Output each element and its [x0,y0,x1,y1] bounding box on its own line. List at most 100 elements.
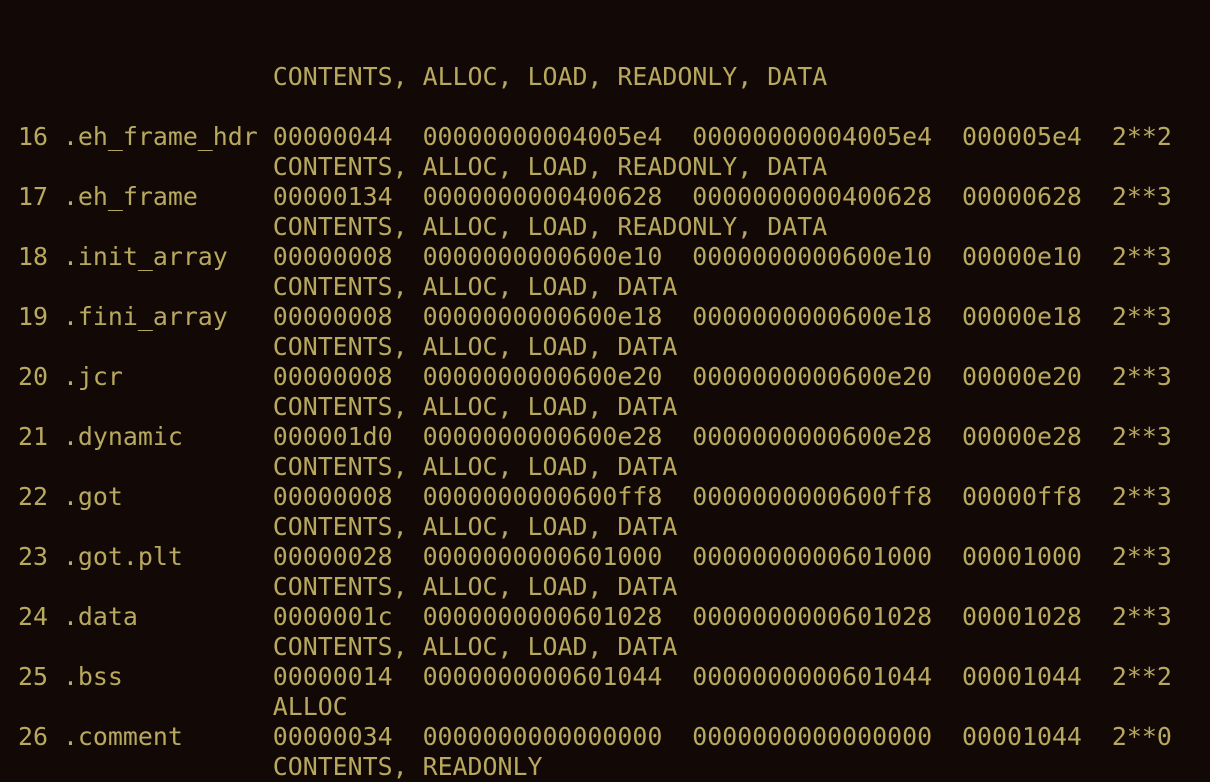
section-lma: 0000000000600e20 [692,362,933,391]
flags-line: CONTENTS, ALLOC, LOAD, DATA [3,272,1172,302]
flags-line: CONTENTS, ALLOC, LOAD, READONLY, DATA [3,212,1172,242]
section-size: 00000008 [272,302,393,331]
section-size: 00000014 [272,662,393,691]
section-alignment: 2**3 [1111,542,1172,571]
section-row: 22 .got 00000008 0000000000600ff8 0000000000… [3,482,1172,512]
section-file-offset: 00001044 [962,662,1082,691]
section-vma: 0000000000000000 [422,722,663,751]
section-flags: CONTENTS, ALLOC, LOAD, DATA [272,452,678,481]
flags-line: CONTENTS, ALLOC, LOAD, READONLY, DATA [3,152,1172,182]
section-index: 20 [17,362,48,391]
section-vma: 0000000000601028 [422,602,663,631]
section-row: 18 .init_array 00000008 0000000000600e10 000… [3,242,1172,272]
section-row: 16 .eh_frame_hdr 00000044 00000000004005e4 0… [3,122,1172,152]
section-vma: 0000000000600e28 [422,422,663,451]
section-alignment: 2**3 [1111,242,1172,271]
flags-line: CONTENTS, ALLOC, LOAD, DATA [3,632,1172,662]
section-name: .bss [62,662,123,691]
section-alignment: 2**3 [1111,362,1172,391]
section-size: 00000044 [272,122,393,151]
section-lma: 0000000000600e18 [692,302,933,331]
section-size: 0000001c [272,602,393,631]
section-vma: 0000000000601000 [422,542,663,571]
flags-line: CONTENTS, ALLOC, LOAD, DATA [3,332,1172,362]
section-index: 23 [17,542,48,571]
section-name: .comment [62,722,183,751]
section-size: 00000008 [272,482,393,511]
section-lma: 0000000000601000 [692,542,933,571]
section-alignment: 2**3 [1111,602,1172,631]
section-index: 25 [17,662,48,691]
section-alignment: 2**3 [1111,182,1172,211]
section-vma: 0000000000601044 [422,662,663,691]
section-file-offset: 00000e28 [962,422,1082,451]
section-size: 00000034 [272,722,393,751]
section-file-offset: 00000e20 [962,362,1082,391]
section-flags: CONTENTS, ALLOC, LOAD, DATA [272,392,678,421]
section-row: 21 .dynamic 000001d0 0000000000600e28 000000… [3,422,1172,452]
flags-line: CONTENTS, ALLOC, LOAD, DATA [3,512,1172,542]
section-size: 00000134 [272,182,393,211]
section-alignment: 2**3 [1111,482,1172,511]
flags-line: ALLOC [3,692,1172,722]
section-flags: CONTENTS, ALLOC, LOAD, DATA [272,512,678,541]
flags-line: CONTENTS, ALLOC, LOAD, DATA [3,452,1172,482]
terminal-output[interactable]: CONTENTS, ALLOC, LOAD, READONLY, DATA 16… [3,2,1172,782]
section-lma: 0000000000601044 [692,662,933,691]
section-name: .eh_frame [62,182,198,211]
section-alignment: 2**2 [1111,122,1172,151]
section-flags: CONTENTS, ALLOC, LOAD, DATA [272,332,678,361]
section-row: 23 .got.plt 00000028 0000000000601000 000000… [3,542,1172,572]
section-index: 17 [17,182,48,211]
section-file-offset: 00001028 [962,602,1082,631]
section-file-offset: 00001000 [962,542,1082,571]
section-index: 18 [17,242,48,271]
section-file-offset: 00000e10 [962,242,1082,271]
section-flags: CONTENTS, ALLOC, LOAD, DATA [272,572,678,601]
section-row: 20 .jcr 00000008 0000000000600e20 0000000000… [3,362,1172,392]
section-row: 25 .bss 00000014 0000000000601044 0000000000… [3,662,1172,692]
section-size: 000001d0 [272,422,393,451]
section-lma: 0000000000400628 [692,182,933,211]
section-name: .data [62,602,138,631]
section-index: 21 [17,422,48,451]
section-index: 19 [17,302,48,331]
section-file-offset: 00000e18 [962,302,1082,331]
section-lma: 0000000000600ff8 [692,482,933,511]
flags-line: CONTENTS, READONLY [3,752,1172,782]
section-index: 26 [17,722,48,751]
section-lma: 0000000000600e10 [692,242,933,271]
section-size: 00000008 [272,362,393,391]
section-vma: 0000000000600ff8 [422,482,663,511]
section-row: 26 .comment 00000034 0000000000000000 000000… [3,722,1172,752]
flags-line: CONTENTS, ALLOC, LOAD, DATA [3,572,1172,602]
section-alignment: 2**2 [1111,662,1172,691]
section-name: .got [62,482,123,511]
section-name: .got.plt [62,542,183,571]
section-alignment: 2**3 [1111,422,1172,451]
section-name: .init_array [62,242,228,271]
section-vma: 0000000000400628 [422,182,663,211]
flags-line: CONTENTS, ALLOC, LOAD, DATA [3,392,1172,422]
section-name: .dynamic [62,422,183,451]
section-lma: 0000000000601028 [692,602,933,631]
section-alignment: 2**3 [1111,302,1172,331]
section-name: .jcr [62,362,123,391]
section-file-offset: 000005e4 [962,122,1082,151]
section-flags: CONTENTS, ALLOC, LOAD, DATA [272,272,678,301]
section-flags: CONTENTS, ALLOC, LOAD, READONLY, DATA [272,152,828,181]
section-vma: 00000000004005e4 [422,122,663,151]
section-row: 24 .data 0000001c 0000000000601028 000000000… [3,602,1172,632]
section-row: 19 .fini_array 00000008 0000000000600e18 000… [3,302,1172,332]
section-index: 22 [17,482,48,511]
section-index: 24 [17,602,48,631]
